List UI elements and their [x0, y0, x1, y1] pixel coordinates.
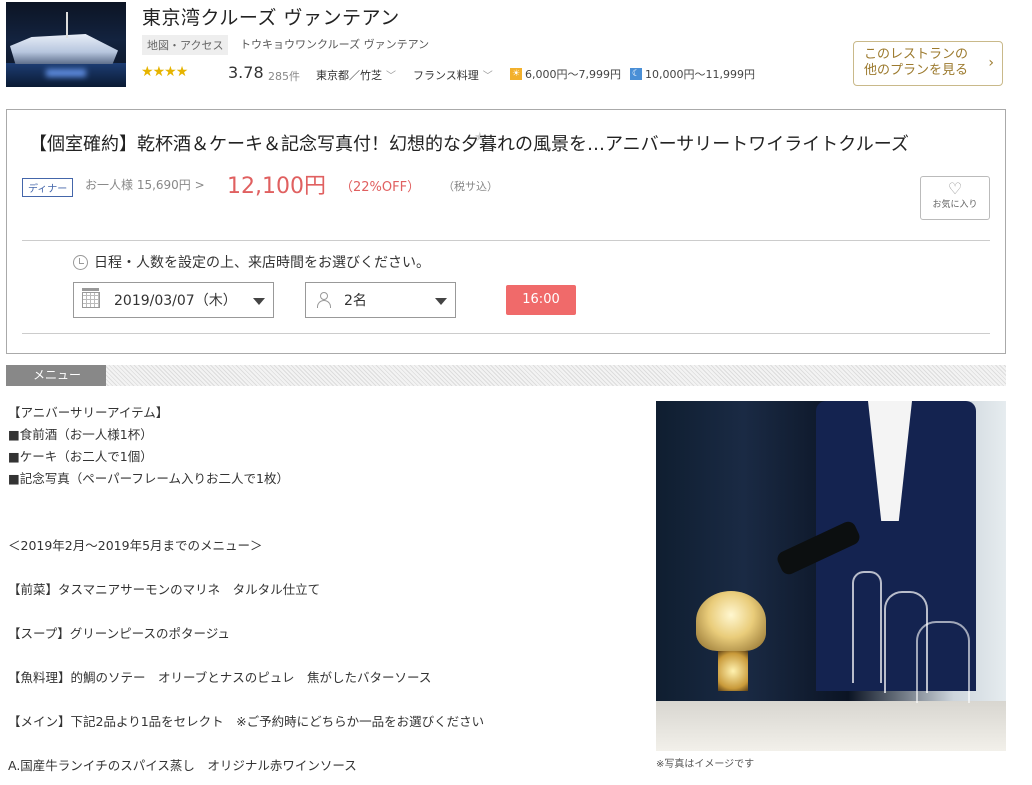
lunch-price: ☀ 6,000円～7,999円: [510, 66, 621, 82]
tax-note: （税サ込）: [443, 180, 498, 193]
lunch-price-value: 6,000円～7,999円: [525, 68, 621, 81]
menu-section-header: メニュー: [6, 365, 1006, 386]
instruction-text: 日程・人数を設定の上、来店時間をお選びください。: [94, 255, 430, 271]
star-icon: ★: [175, 64, 189, 80]
star-icon: ★: [141, 64, 154, 80]
genre-dropdown[interactable]: フランス料理 ﹀: [413, 67, 493, 83]
rating-score: 3.78: [228, 63, 264, 82]
original-price: お一人様 15,690円 >: [85, 176, 205, 193]
menu-line: A.国産牛ランイチのスパイス蒸し オリジナル赤ワインソース: [8, 758, 357, 773]
chevron-down-icon: ﹀: [386, 71, 396, 82]
star-icon: ★: [164, 64, 177, 80]
favorite-label: お気に入り: [932, 200, 978, 210]
photo-glass: [916, 621, 970, 703]
sale-price: 12,100円: [227, 174, 326, 199]
restaurant-yomi: トウキョウワンクルーズ ヴァンテアン: [240, 38, 430, 51]
photo-lamp: [696, 591, 766, 651]
original-price-value: お一人様 15,690円: [85, 178, 191, 192]
photo-table: [656, 701, 1006, 751]
photo-lamp-base: [718, 651, 748, 691]
review-count[interactable]: 285件: [268, 68, 300, 84]
calendar-icon: [82, 288, 100, 308]
plan-card: 【個室確約】乾杯酒＆ケーキ＆記念写真付！幻想的な夕暮れの風景を…アニバーサリート…: [6, 109, 1006, 354]
menu-line: 【前菜】タスマニアサーモンのマリネ タルタル仕立て: [8, 582, 321, 597]
thumbnail-glow: [46, 69, 86, 77]
menu-line: 【メイン】下記2品より1品をセレクト ※ご予約時にどちらか一品をお選びください: [8, 714, 485, 729]
discount-rate: （22%OFF）: [340, 180, 421, 195]
sun-icon: ☀: [510, 68, 522, 80]
plan-photo: [656, 401, 1006, 751]
favorite-button[interactable]: ♡ お気に入り: [920, 176, 990, 220]
moon-icon: ☾: [630, 68, 642, 80]
menu-line: ■ケーキ（お二人で1個）: [8, 449, 153, 464]
time-slot-button[interactable]: 16:00: [506, 285, 576, 315]
date-select[interactable]: 2019/03/07（木）: [73, 282, 274, 318]
caret-down-icon: [435, 298, 447, 305]
caret-down-icon: [253, 298, 265, 305]
menu-line: ■記念写真（ペーパーフレーム入りお二人で1枚）: [8, 471, 290, 486]
rating-stars: ★★★★ ★: [141, 64, 486, 145]
reservation-instruction: 日程・人数を設定の上、来店時間をお選びください。: [73, 252, 430, 272]
menu-line: 【魚料理】的鯛のソテー オリーブとナスのピュレ 焦がしたバターソース: [8, 670, 432, 685]
heart-plus-icon: ♡: [947, 179, 963, 198]
dinner-price-value: 10,000円～11,999円: [645, 68, 755, 81]
menu-line: ■食前酒（お一人様1杯）: [8, 427, 153, 442]
genre-label: フランス料理: [413, 69, 479, 82]
chevron-right-icon: ›: [988, 55, 994, 71]
plan-title: 【個室確約】乾杯酒＆ケーキ＆記念写真付！幻想的な夕暮れの風景を…アニバーサリート…: [29, 134, 909, 155]
clock-icon: [73, 254, 88, 270]
date-value: 2019/03/07（木）: [114, 293, 237, 309]
menu-line: 【スープ】グリーンピースのポタージュ: [8, 626, 230, 641]
menu-line: 【アニバーサリーアイテム】: [8, 405, 169, 420]
area-dropdown[interactable]: 東京都／竹芝 ﹀: [316, 67, 396, 83]
meal-type-badge: ディナー: [22, 178, 74, 197]
person-icon: [316, 292, 332, 308]
other-plans-line2: 他のプランを見る: [864, 63, 969, 78]
people-value: 2名: [344, 293, 367, 309]
chevron-right-icon: >: [194, 178, 205, 192]
divider: [22, 240, 990, 241]
photo-glass: [852, 571, 882, 683]
area-label: 東京都／竹芝: [316, 69, 382, 82]
chevron-down-icon: ﹀: [482, 71, 493, 82]
map-access-tag[interactable]: 地図・アクセス: [142, 35, 229, 55]
restaurant-name[interactable]: 東京湾クルーズ ヴァンテアン: [142, 3, 400, 30]
menu-line: ＜2019年2月～2019年5月までのメニュー＞: [8, 538, 263, 553]
thumbnail-mast: [66, 12, 68, 38]
thumbnail-ship: [10, 34, 118, 64]
dinner-price: ☾ 10,000円～11,999円: [630, 66, 755, 82]
divider: [22, 333, 990, 334]
photo-caption: ※写真はイメージです: [656, 759, 755, 770]
restaurant-thumbnail[interactable]: [6, 2, 126, 87]
other-plans-line1: このレストランの: [864, 47, 969, 62]
star-icon: ★: [152, 64, 166, 80]
menu-section-label: メニュー: [6, 365, 106, 386]
people-select[interactable]: 2名: [305, 282, 456, 318]
other-plans-button[interactable]: このレストランの 他のプランを見る ›: [853, 41, 1003, 86]
